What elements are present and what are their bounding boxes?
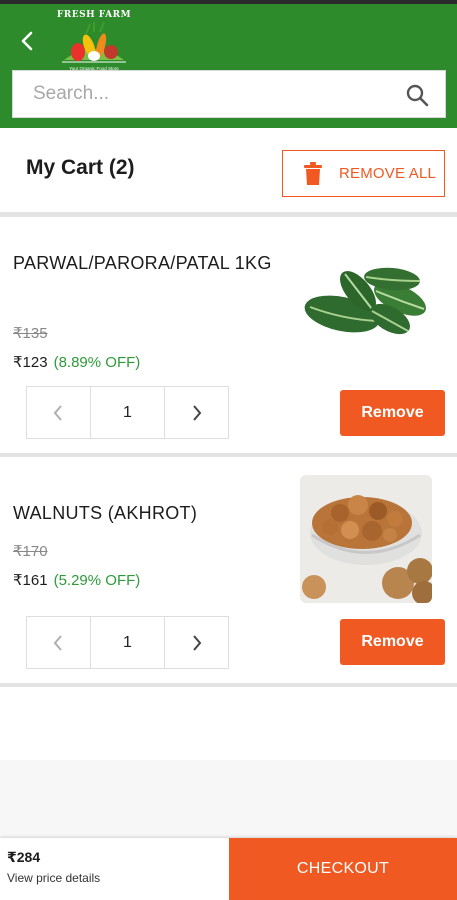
cart-title: My Cart (2) [26, 156, 135, 179]
item-price: ₹161 [13, 572, 48, 589]
cart-item: PARWAL/PARORA/PATAL 1KG ₹135 ₹123 (8.89% … [0, 217, 457, 453]
brand-logo: FRESH FARM Your Organic Food Store [56, 8, 132, 74]
trash-icon [304, 161, 322, 185]
chevron-right-icon [192, 634, 201, 651]
item-name: WALNUTS (AKHROT) [13, 503, 198, 523]
remove-button[interactable]: Remove [340, 390, 445, 436]
item-discount: (8.89% OFF) [53, 354, 141, 371]
cart-total: ₹284 [7, 849, 41, 865]
item-price-row: ₹123 (8.89% OFF) [13, 353, 140, 371]
cart-item: WALNUTS (AKHROT) ₹170 ₹161 (5.29% OFF) 1… [0, 457, 457, 683]
search-bar [12, 70, 446, 118]
cart-header: My Cart (2) REMOVE ALL [0, 128, 457, 212]
quantity-value: 1 [89, 387, 166, 438]
quantity-value: 1 [89, 617, 166, 668]
quantity-stepper: 1 [26, 616, 229, 669]
chevron-left-icon [54, 404, 63, 421]
empty-area [0, 760, 457, 838]
app-header: FRESH FARM Your Organic Food Store [0, 4, 457, 128]
checkout-button[interactable]: CHECKOUT [229, 838, 457, 900]
increase-qty-button[interactable] [165, 387, 228, 438]
remove-all-label: REMOVE ALL [339, 165, 437, 182]
view-price-details-link[interactable]: View price details [7, 871, 100, 885]
chevron-right-icon [192, 404, 201, 421]
logo-produce-icon [62, 21, 126, 63]
item-old-price: ₹170 [13, 543, 48, 560]
quantity-stepper: 1 [26, 386, 229, 439]
remove-all-button[interactable]: REMOVE ALL [282, 150, 445, 197]
decrease-qty-button[interactable] [27, 617, 90, 668]
search-input[interactable] [33, 83, 393, 105]
parwal-vegetable-image [300, 259, 433, 349]
item-discount: (5.29% OFF) [53, 572, 141, 589]
divider [0, 683, 457, 687]
increase-qty-button[interactable] [165, 617, 228, 668]
item-price: ₹123 [13, 354, 48, 371]
chevron-left-icon [21, 31, 33, 51]
remove-button[interactable]: Remove [340, 619, 445, 665]
search-icon[interactable] [405, 83, 429, 107]
item-name: PARWAL/PARORA/PATAL 1KG [13, 253, 272, 273]
chevron-left-icon [54, 634, 63, 651]
item-price-row: ₹161 (5.29% OFF) [13, 571, 140, 589]
back-button[interactable] [14, 28, 40, 54]
decrease-qty-button[interactable] [27, 387, 90, 438]
walnuts-image [300, 475, 432, 603]
checkout-bar: ₹284 View price details CHECKOUT [0, 838, 457, 900]
item-old-price: ₹135 [13, 325, 48, 342]
